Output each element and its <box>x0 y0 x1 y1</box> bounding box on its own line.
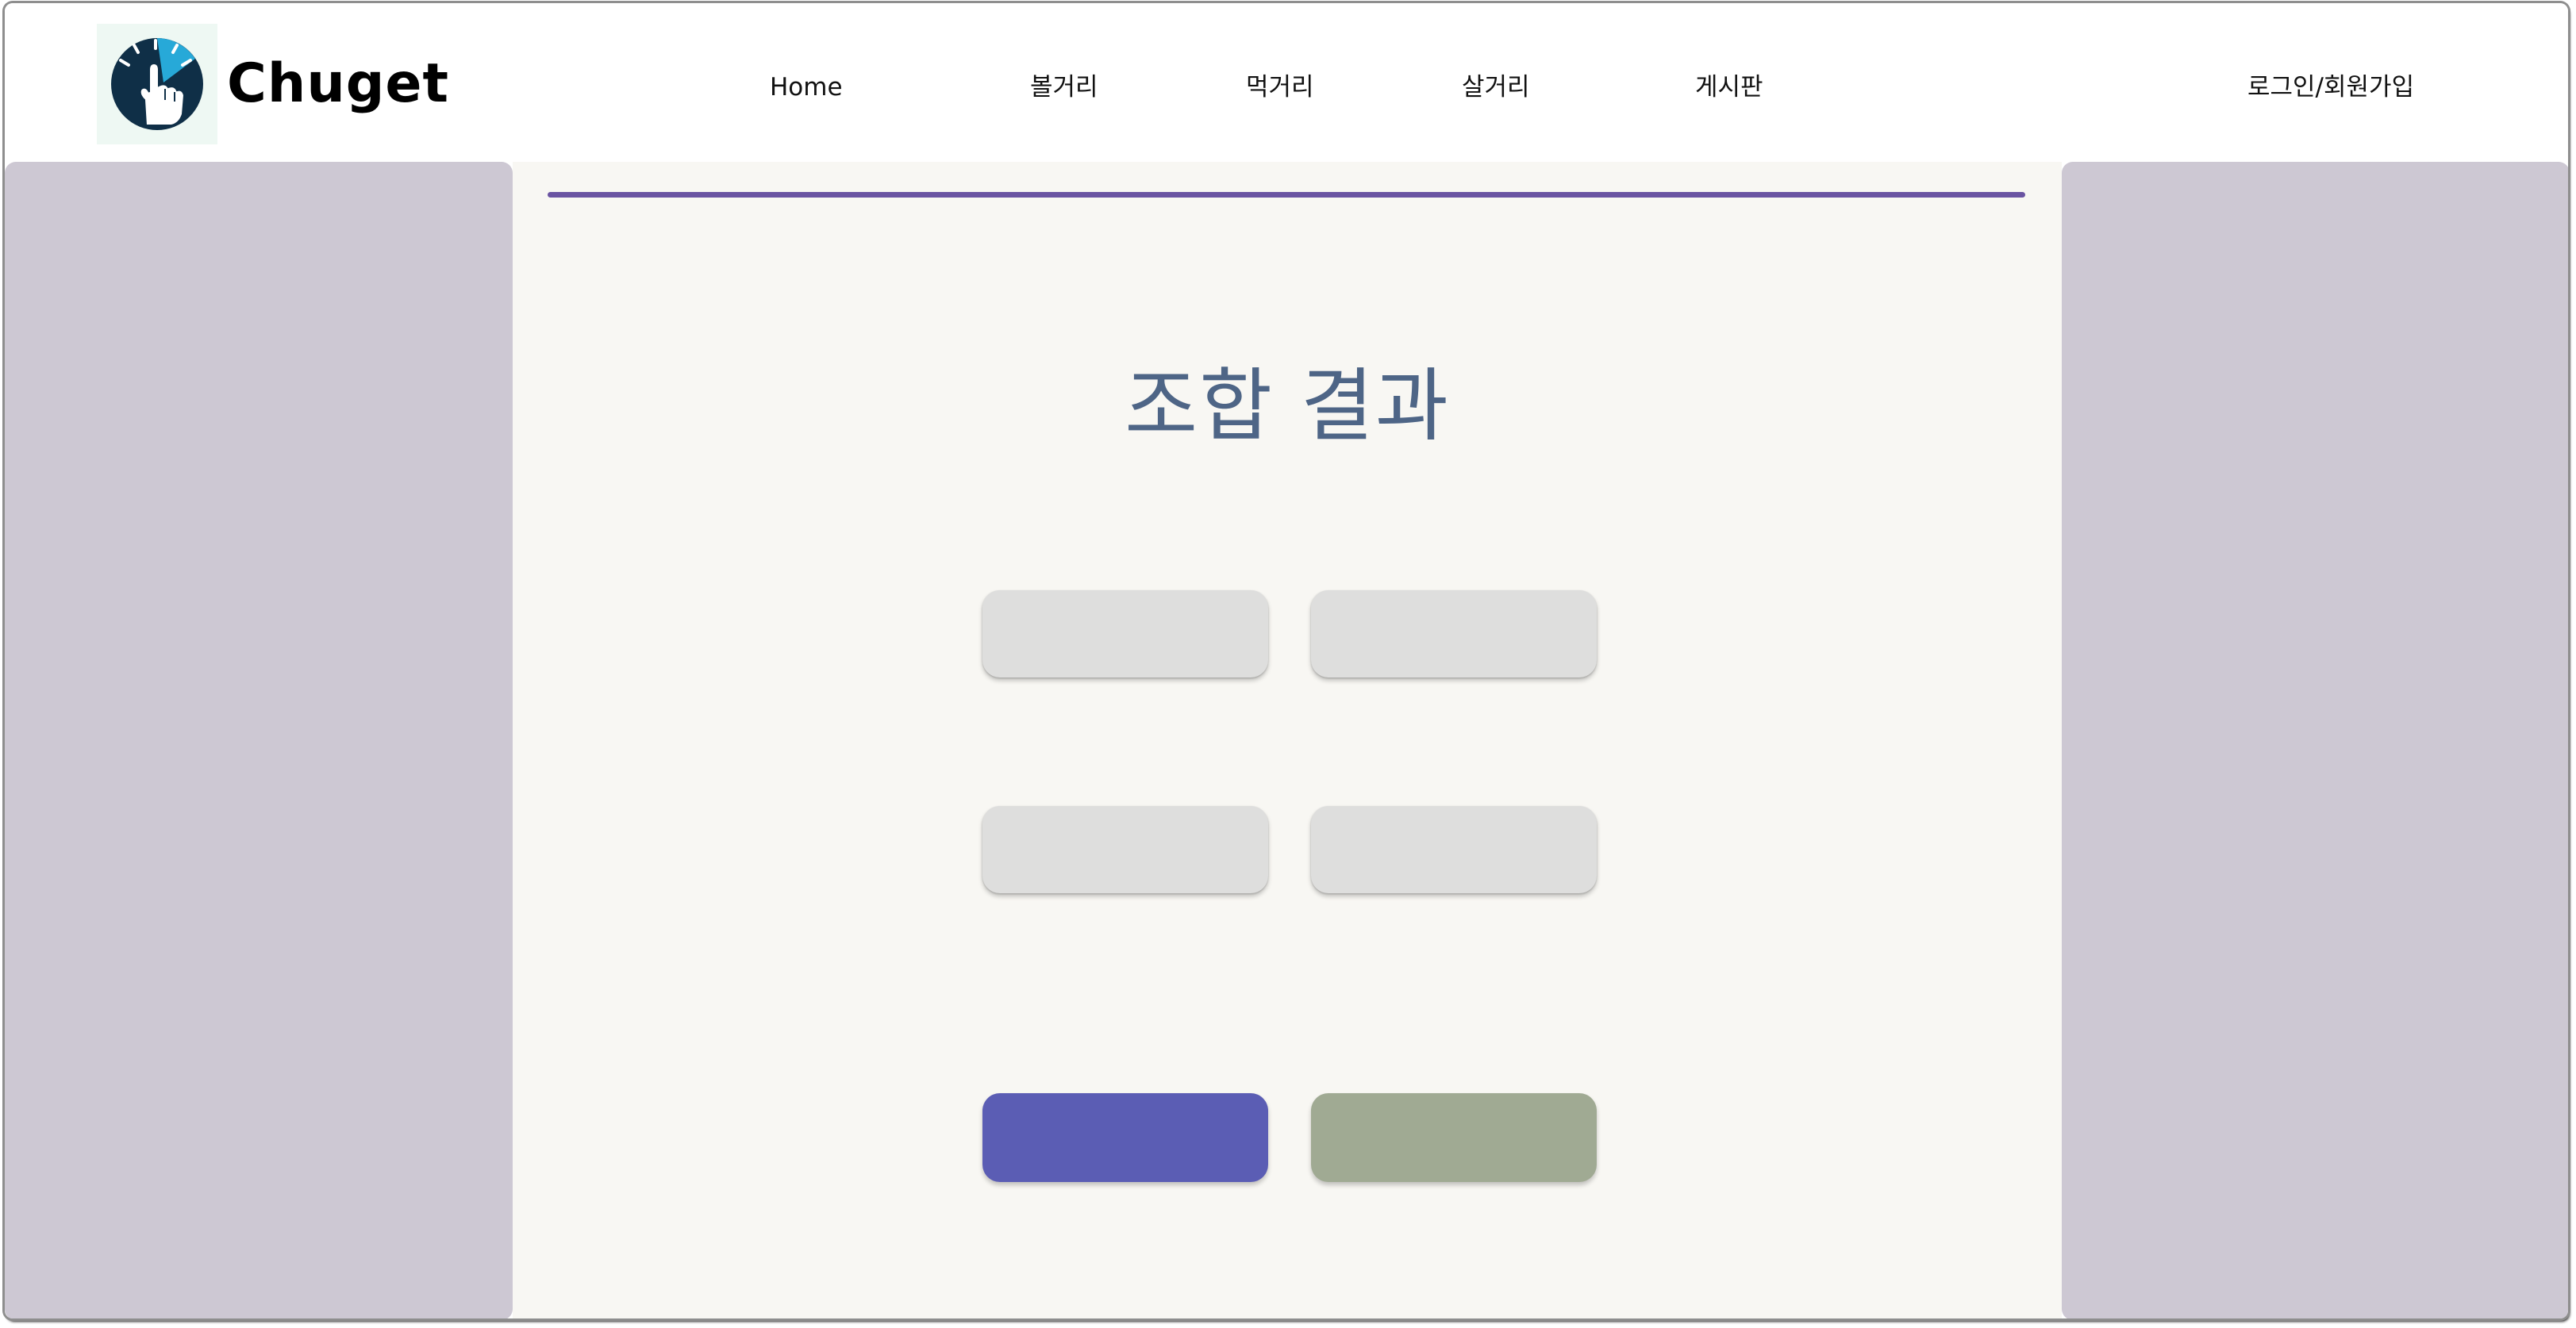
app-window: Chuget Home 볼거리 먹거리 살거리 게시판 로그인/회원가입 조합 … <box>5 3 2568 1318</box>
brand-name[interactable]: Chuget <box>227 52 449 116</box>
logo[interactable] <box>97 24 217 144</box>
pointing-hand-click-icon <box>111 38 203 130</box>
nav-item-home[interactable]: Home <box>770 71 843 103</box>
login-signup-link[interactable]: 로그인/회원가입 <box>2247 71 2414 103</box>
nav-item-food[interactable]: 먹거리 <box>1246 71 1314 103</box>
result-slot-4 <box>1311 806 1597 893</box>
nav-item-shopping[interactable]: 살거리 <box>1462 71 1530 103</box>
right-side-panel <box>2062 162 2568 1318</box>
site-header: Chuget Home 볼거리 먹거리 살거리 게시판 로그인/회원가입 <box>5 3 2568 162</box>
nav-item-board[interactable]: 게시판 <box>1695 71 1763 103</box>
nav-item-sights[interactable]: 볼거리 <box>1030 71 1098 103</box>
result-slot-2 <box>1311 590 1597 677</box>
result-slot-1 <box>982 590 1268 677</box>
page-title: 조합 결과 <box>1125 359 1450 452</box>
secondary-action-button[interactable] <box>1311 1093 1597 1182</box>
accent-divider <box>548 192 2025 198</box>
result-slot-3 <box>982 806 1268 893</box>
primary-action-button[interactable] <box>982 1093 1268 1182</box>
left-side-panel <box>5 162 513 1318</box>
main-content: 조합 결과 <box>513 162 2062 1318</box>
